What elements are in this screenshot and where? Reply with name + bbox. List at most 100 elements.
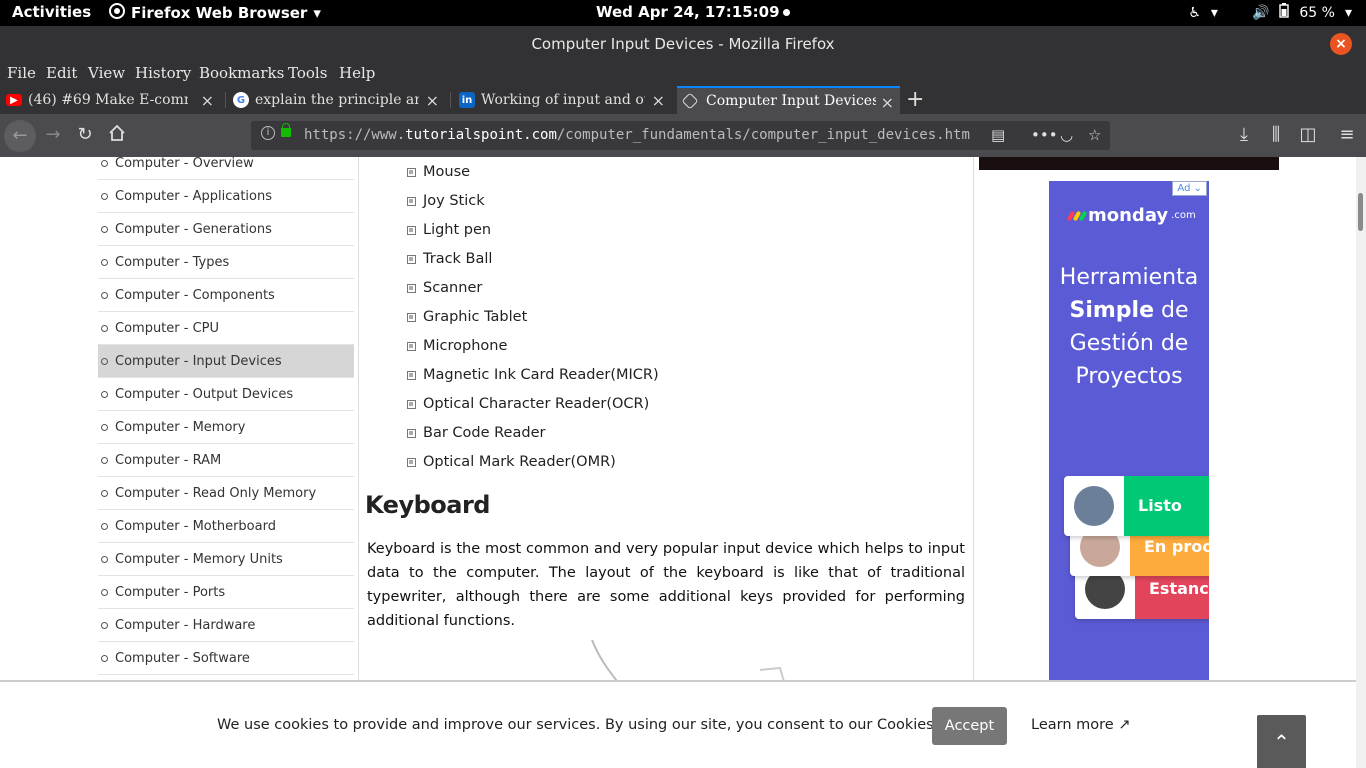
new-tab-button[interactable]: + [906,87,924,112]
sidebar-item[interactable]: Computer - Hardware [98,609,354,642]
sidebar-item[interactable]: Computer - Types [98,246,354,279]
menu-bookmarks[interactable]: Bookmarks [199,64,284,82]
url-text: https://www.tutorialspoint.com/computer_… [304,127,970,143]
sidebar-item[interactable]: Computer - Overview [98,157,354,180]
scrollbar-thumb[interactable] [1358,193,1363,231]
ad-banner-strip [979,157,1279,170]
sidebar-item[interactable]: Computer - Software [98,642,354,675]
google-icon: G [233,92,249,108]
linkedin-icon: in [459,92,475,108]
menu-view[interactable]: View [88,64,125,82]
section-paragraph: Keyboard is the most common and very pop… [367,541,965,629]
page-actions-icon[interactable]: ••• [1031,126,1058,144]
list-item: Optical Mark Reader(OMR) [407,451,659,480]
close-tab-icon[interactable]: × [881,93,894,112]
pocket-icon[interactable]: ◡ [1060,126,1073,144]
list-item: Light pen [407,219,659,248]
downloads-button[interactable]: ⤓ [1233,124,1255,146]
input-device-list: Mouse Joy Stick Light pen Track Ball Sca… [407,161,659,480]
window-title: Computer Input Devices - Mozilla Firefox [531,35,835,53]
reader-view-icon[interactable]: ▤ [991,126,1005,144]
tab-linkedin[interactable]: in Working of input and ou × [459,86,671,114]
external-link-icon: ↗ [1118,717,1131,733]
page-scrollbar[interactable] [1356,157,1366,768]
home-button[interactable] [106,124,128,146]
lock-icon [281,123,291,137]
close-tab-icon[interactable]: × [652,91,665,110]
close-tab-icon[interactable]: × [426,91,439,110]
sidebar-item[interactable]: Computer - Memory Units [98,543,354,576]
close-window-button[interactable]: × [1330,33,1352,55]
sidebar-item[interactable]: Computer - Read Only Memory [98,477,354,510]
sidebar-item[interactable]: Computer - Components [98,279,354,312]
list-item: Mouse [407,161,659,190]
divider [358,157,359,768]
url-bar[interactable]: i https://www.tutorialspoint.com/compute… [251,121,1110,150]
chevron-down-icon: ▾ [1344,4,1352,21]
sidebar-item[interactable]: Computer - Memory [98,411,354,444]
sidebar-toggle-button[interactable]: ◫ [1297,124,1319,146]
sidebar-item[interactable]: Computer - RAM [98,444,354,477]
monday-logo: monday .com [1066,205,1196,226]
list-item: Microphone [407,335,659,364]
arrow-left-icon: ← [12,125,28,146]
activities-button[interactable]: Activities [12,3,91,21]
menu-help[interactable]: Help [339,64,375,82]
accept-cookies-button[interactable]: Accept [932,707,1007,745]
menu-bar: File Edit View History Bookmarks Tools H… [0,61,1366,86]
hamburger-icon: ≡ [1339,124,1355,145]
bookmark-star-icon[interactable]: ☆ [1088,126,1101,144]
forward-button[interactable]: → [42,124,64,146]
reload-button[interactable]: ↻ [74,124,96,146]
battery-icon [1279,3,1290,22]
sidebar-icon: ◫ [1299,124,1317,145]
sidebar-item[interactable]: Computer - CPU [98,312,354,345]
advertisement[interactable]: Ad ⌄ monday .com Herramienta Simple de Ge… [1049,181,1209,681]
keyboard-image [591,640,786,685]
close-tab-icon[interactable]: × [201,91,214,110]
hamburger-menu-button[interactable]: ≡ [1336,124,1358,146]
tab-separator [450,92,451,108]
scroll-to-top-button[interactable]: ⌃ [1257,715,1306,768]
info-icon[interactable]: i [261,126,275,140]
chevron-down-icon: ▾ [1210,4,1218,21]
tab-google[interactable]: G explain the principle an × [233,86,445,114]
cookie-banner: We use cookies to provide and improve ou… [0,680,1356,768]
chevron-down-icon: ▾ [313,4,321,22]
app-menu[interactable]: Firefox Web Browser ▾ [109,3,321,23]
tab-youtube[interactable]: ▶ (46) #69 Make E-comme × [6,86,220,114]
learn-more-link[interactable]: Learn more ↗ [1031,717,1130,733]
back-button[interactable]: ← [4,120,36,152]
avatar [1074,486,1114,526]
arrow-right-icon: → [45,124,61,145]
library-button[interactable]: ⫼ [1265,124,1287,146]
sidebar-item[interactable]: Computer - Output Devices [98,378,354,411]
divider [973,157,974,768]
plus-icon: + [906,87,925,112]
chevron-down-icon: ⌄ [1193,183,1202,194]
cookie-message: We use cookies to provide and improve ou… [217,717,983,733]
app-name: Firefox Web Browser [131,4,308,22]
sidebar-item[interactable]: Computer - Motherboard [98,510,354,543]
menu-file[interactable]: File [7,64,36,82]
list-item: Scanner [407,277,659,306]
menu-tools[interactable]: Tools [288,64,327,82]
youtube-icon: ▶ [6,94,22,106]
list-item: Magnetic Ink Card Reader(MICR) [407,364,659,393]
menu-edit[interactable]: Edit [46,64,77,82]
sidebar-item-active[interactable]: Computer - Input Devices [98,345,354,378]
tab-computer-input-devices[interactable]: Computer Input Devices × [677,86,900,114]
ad-badge[interactable]: Ad ⌄ [1172,181,1207,196]
accessibility-icon: ♿ [1188,4,1201,21]
clock[interactable]: Wed Apr 24, 17:15:09 [596,3,790,21]
system-tray[interactable]: ♿ ▾ 🔊 65 % ▾ [1188,3,1352,22]
tutorialspoint-icon [681,92,699,110]
monday-logo-icon [1066,210,1088,221]
notification-dot-icon [782,9,790,16]
menu-history[interactable]: History [135,64,191,82]
battery-percent: 65 % [1299,4,1335,21]
sidebar-item[interactable]: Computer - Applications [98,180,354,213]
sidebar-item[interactable]: Computer - Ports [98,576,354,609]
library-icon: ⫼ [1271,124,1281,145]
sidebar-item[interactable]: Computer - Generations [98,213,354,246]
